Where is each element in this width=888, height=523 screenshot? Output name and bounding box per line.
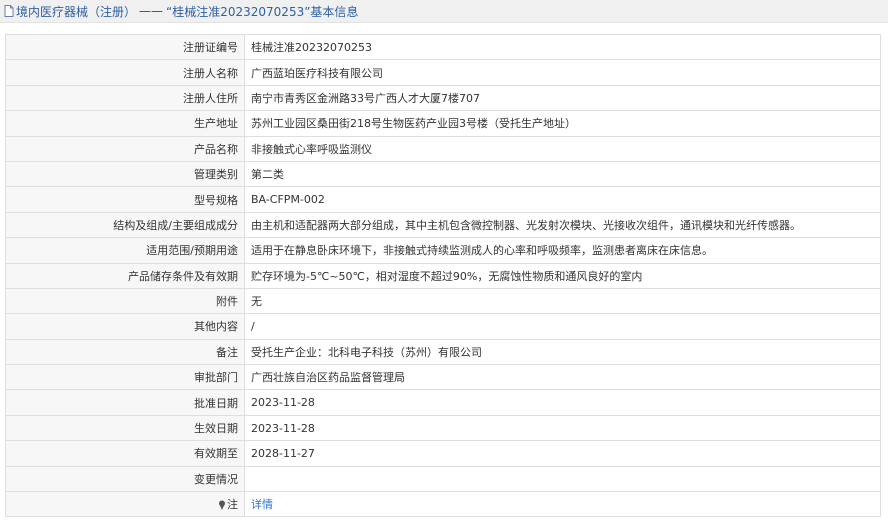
row-label: 其他内容 <box>5 313 245 340</box>
row-label: 适用范围/预期用途 <box>5 237 245 264</box>
table-row: 备注 受托生产企业：北科电子科技（苏州）有限公司 <box>5 338 881 366</box>
row-value: 贮存环境为-5℃~50℃，相对湿度不超过90%，无腐蚀性物质和通风良好的室内 <box>244 262 881 289</box>
row-label: 产品名称 <box>5 135 245 162</box>
table-row: 批准日期 2023-11-28 <box>5 389 881 416</box>
row-label: 型号规格 <box>5 186 245 213</box>
table-row: 管理类别 第二类 <box>5 160 881 188</box>
row-value: 2023-11-28 <box>244 389 881 416</box>
table-row: 附件无 <box>5 287 881 315</box>
row-label: 附件 <box>5 287 245 315</box>
table-row: 适用范围/预期用途 适用于在静息卧床环境下，非接触式持续监测成人的心率和呼吸频率，… <box>5 237 881 264</box>
row-label: 批准日期 <box>5 389 245 416</box>
details-link[interactable]: 详情 <box>251 498 273 511</box>
page-title: “桂械注准20232070253”基本信息 <box>166 4 359 19</box>
row-value: BA-CFPM-002 <box>244 186 881 213</box>
info-table: 注册证编号 桂械注准20232070253 注册人名称 广西蓝珀医疗科技有限公司 注册人… <box>5 33 881 518</box>
row-label: 审批部门 <box>5 364 245 391</box>
table-row: 注册人住所 南宁市青秀区金洲路33号广西人才大厦7楼707 <box>5 84 881 112</box>
row-value: 广西蓝珀医疗科技有限公司 <box>244 59 881 86</box>
row-label: 注册人住所 <box>5 84 245 112</box>
pin-icon <box>219 500 225 511</box>
row-label: 生效日期 <box>5 414 245 442</box>
row-value: 南宁市青秀区金洲路33号广西人才大厦7楼707 <box>244 84 881 112</box>
breadcrumb-separator: —— <box>139 4 164 18</box>
row-value: 2023-11-28 <box>244 414 881 442</box>
row-value <box>244 465 881 493</box>
table-row: 注册人名称 广西蓝珀医疗科技有限公司 <box>5 59 881 86</box>
table-row: 注册证编号 桂械注准20232070253 <box>5 33 881 61</box>
row-value: 桂械注准20232070253 <box>244 33 881 61</box>
table-row: 有效期至 2028-11-27 <box>5 440 881 467</box>
row-value: 非接触式心率呼吸监测仪 <box>244 135 881 162</box>
note-value-cell: 详情 <box>244 491 881 518</box>
table-row: 审批部门 广西壮族自治区药品监督管理局 <box>5 364 881 391</box>
row-label: 结构及组成/主要组成成分 <box>5 211 245 239</box>
document-icon <box>4 5 14 17</box>
row-value: 由主机和适配器两大部分组成，其中主机包含微控制器、光发射次模块、光接收次组件，通… <box>244 211 881 239</box>
row-label: 备注 <box>5 338 245 366</box>
table-row: 其他内容 / <box>5 313 881 340</box>
table-row: 产品储存条件及有效期 贮存环境为-5℃~50℃，相对湿度不超过90%，无腐蚀性物质… <box>5 262 881 289</box>
table-row: 产品名称 非接触式心率呼吸监测仪 <box>5 135 881 162</box>
row-label: 产品储存条件及有效期 <box>5 262 245 289</box>
row-label: 变更情况 <box>5 465 245 493</box>
row-value: / <box>244 313 881 340</box>
table-row: 型号规格 BA-CFPM-002 <box>5 186 881 213</box>
row-label: 注册人名称 <box>5 59 245 86</box>
note-label: 注 <box>227 498 238 512</box>
row-value: 2028-11-27 <box>244 440 881 467</box>
table-row: 变更情况 <box>5 465 881 493</box>
row-value: 苏州工业园区桑田街218号生物医药产业园3号楼（受托生产地址） <box>244 110 881 137</box>
row-value: 广西壮族自治区药品监督管理局 <box>244 364 881 391</box>
row-label: 管理类别 <box>5 160 245 188</box>
row-label: 生产地址 <box>5 110 245 137</box>
row-label: 注册证编号 <box>5 33 245 61</box>
note-label-cell: 注 <box>5 491 245 518</box>
table-row: 生效日期 2023-11-28 <box>5 414 881 442</box>
page-header: 境内医疗器械（注册） —— “桂械注准20232070253”基本信息 <box>0 0 888 23</box>
table-row: 结构及组成/主要组成成分 由主机和适配器两大部分组成，其中主机包含微控制器、光发射… <box>5 211 881 239</box>
row-value: 受托生产企业：北科电子科技（苏州）有限公司 <box>244 338 881 366</box>
table-row: 生产地址 苏州工业园区桑田街218号生物医药产业园3号楼（受托生产地址） <box>5 110 881 137</box>
row-value: 适用于在静息卧床环境下，非接触式持续监测成人的心率和呼吸频率，监测患者离床在床信… <box>244 237 881 264</box>
breadcrumb-category-link[interactable]: 境内医疗器械（注册） <box>16 3 136 20</box>
note-row: 注详情 <box>5 491 881 518</box>
row-value: 无 <box>244 287 881 315</box>
row-value: 第二类 <box>244 160 881 188</box>
row-label: 有效期至 <box>5 440 245 467</box>
